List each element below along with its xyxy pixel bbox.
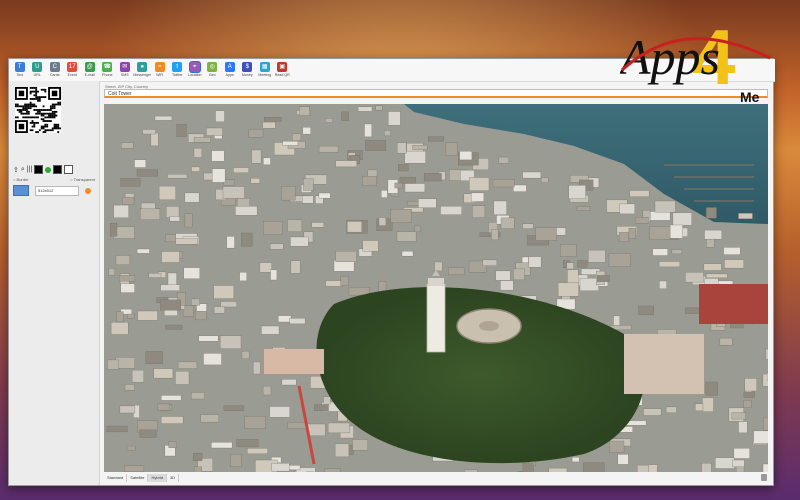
toolbar-item-sms[interactable]: ✉ SMS (116, 59, 134, 81)
border-option[interactable]: ○ Border (13, 177, 29, 182)
tab-standard[interactable]: Standard (104, 474, 128, 482)
location-icon: ⌖ (189, 62, 200, 72)
toolbar-item-geo[interactable]: ◎ Geo (204, 59, 222, 81)
share-icon[interactable]: ⇪ (13, 166, 19, 174)
money-icon: $ (242, 62, 253, 72)
cards-icon: C (49, 62, 60, 72)
toolbar-item-label: SMS (120, 73, 129, 77)
color-swap-icon[interactable] (45, 166, 52, 173)
apps-icon: A (224, 62, 235, 72)
toolbar-item-label: Meeting (258, 73, 272, 77)
toolbar-item-phone[interactable]: ☎ Phone (99, 59, 117, 81)
barcode-icon[interactable]: ||| (27, 166, 32, 173)
toolbar-item-url[interactable]: U URL (29, 59, 47, 81)
sidebar: ⇪ ⌕ ||| ○ Border ○ Transparent 512x512 (9, 81, 100, 485)
e-mail-icon: @ (84, 62, 95, 72)
toolbar-item-label: Location (187, 73, 202, 77)
apps4me-logo: 4 Apps Me (620, 16, 780, 108)
toolbar-item-event[interactable]: 17 Event (64, 59, 82, 81)
toolbar-item-label: Money (241, 73, 253, 77)
messenger-icon: ● (137, 62, 148, 72)
toolbar-item-label: Text (16, 73, 24, 77)
text-icon: T (14, 62, 25, 72)
toolbar-item-label: WiFi (156, 73, 164, 77)
url-icon: U (32, 62, 43, 72)
qr-tools: ⇪ ⌕ ||| (13, 165, 74, 174)
trash-icon[interactable] (761, 474, 767, 481)
logo-sub: Me (740, 89, 760, 105)
zoom-icon[interactable]: ⌕ (21, 166, 25, 174)
export-image-icon[interactable] (13, 185, 29, 196)
toolbar-item-e-mail[interactable]: @ E-mail (81, 59, 99, 81)
map-view[interactable] (104, 104, 768, 472)
toolbar-item-cards[interactable]: C Cards (46, 59, 64, 81)
toolbar-item-label: URL (33, 73, 41, 77)
toolbar-item-meeting[interactable]: ▦ Meeting (256, 59, 274, 81)
toolbar-item-label: Phone (102, 73, 113, 77)
toolbar-item-apps[interactable]: A Apps (221, 59, 239, 81)
tab-hybrid[interactable]: Hybrid (148, 474, 168, 482)
toolbar-item-text[interactable]: T Text (11, 59, 29, 81)
tab-satellite[interactable]: Satellite (127, 474, 149, 482)
size-stepper[interactable] (85, 187, 91, 194)
background-color-swatch-dark[interactable] (53, 165, 63, 174)
size-row: 512x512 (13, 185, 91, 196)
toolbar-item-label: Event (67, 73, 77, 77)
toolbar-item-wifi[interactable]: ≈ WiFi (151, 59, 169, 81)
phone-icon: ☎ (102, 62, 113, 72)
border-label: Border (16, 177, 29, 182)
meeting-icon: ▦ (259, 62, 270, 72)
tab-3d[interactable]: 3D (167, 474, 180, 482)
app-window: T Text U URL C Cards 17 Event @ E-mail ☎ Phone ✉ SMS ●… (8, 58, 775, 486)
wifi-icon: ≈ (154, 62, 165, 72)
geo-icon: ◎ (207, 62, 218, 72)
sms-icon: ✉ (119, 62, 130, 72)
size-input[interactable]: 512x512 (35, 185, 79, 196)
toolbar-item-label: Geo (208, 73, 216, 77)
qr-options: ○ Border ○ Transparent (13, 177, 95, 182)
toolbar-item-label: E-mail (84, 73, 95, 77)
transparent-label: Transparent (73, 177, 95, 182)
toolbar-item-label: Twitter (171, 73, 183, 77)
toolbar-item-label: Read QR (274, 73, 290, 77)
toolbar-item-location[interactable]: ⌖ Location (186, 59, 204, 81)
toolbar-item-messenger[interactable]: ● Messenger (133, 59, 152, 81)
toolbar-item-read-qr[interactable]: ▣ Read QR (274, 59, 292, 81)
map-type-tabs: Standard Satellite Hybrid 3D (104, 474, 180, 482)
toolbar-item-label: Apps (225, 73, 234, 77)
toolbar-item-twitter[interactable]: t Twitter (169, 59, 187, 81)
foreground-color-swatch[interactable] (34, 165, 44, 174)
toolbar-item-label: Cards (49, 73, 60, 77)
read-qr-icon: ▣ (277, 62, 288, 72)
background-color-swatch[interactable] (64, 165, 74, 174)
qr-code-preview (15, 87, 61, 133)
twitter-icon: t (172, 62, 183, 72)
toolbar-item-money[interactable]: $ Money (239, 59, 257, 81)
satellite-map-image[interactable] (104, 104, 768, 472)
toolbar-item-label: Messenger (133, 73, 152, 77)
transparent-option[interactable]: ○ Transparent (70, 177, 95, 182)
event-icon: 17 (67, 62, 78, 72)
